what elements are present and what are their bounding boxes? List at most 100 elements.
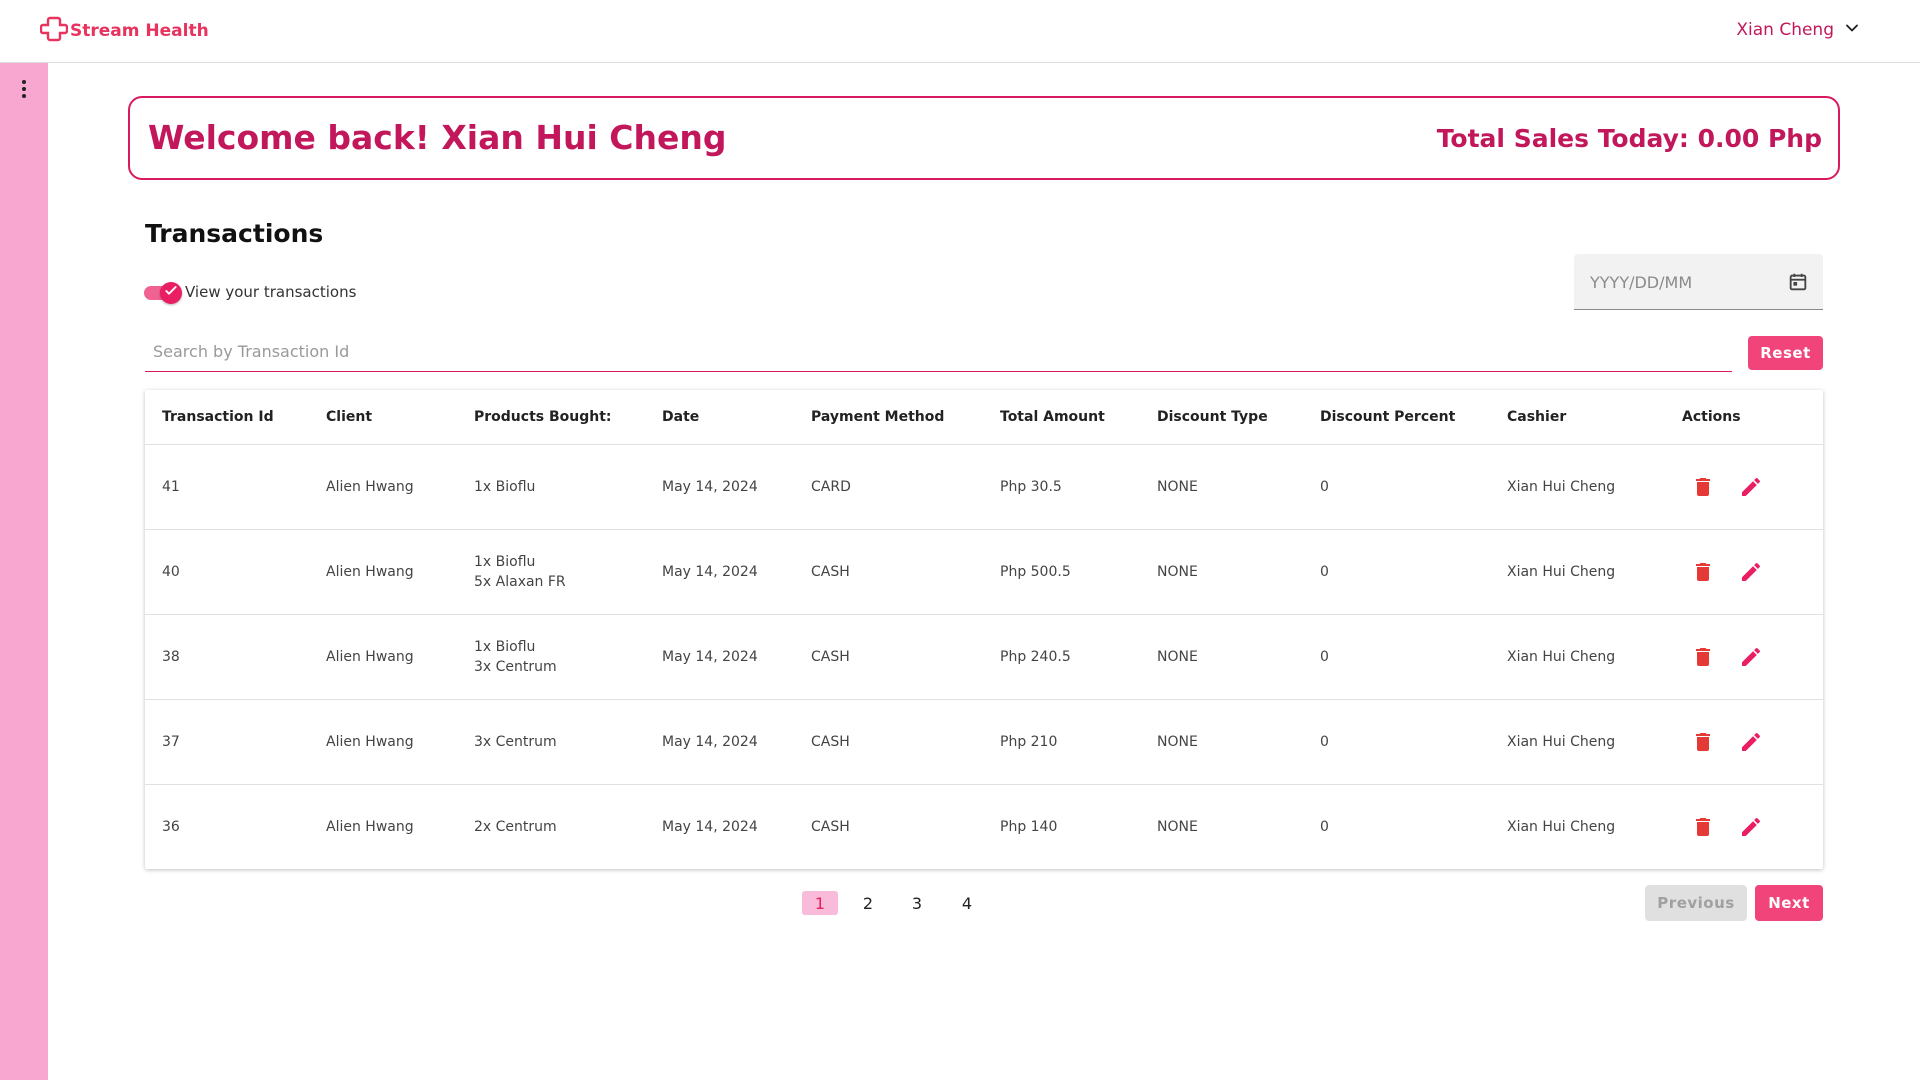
cell-payment-method: CASH (811, 819, 850, 835)
table-row: 41 Alien Hwang 1x Bioflu May 14, 2024 CA… (145, 445, 1823, 530)
cell-payment-method: CASH (811, 649, 850, 665)
cell-cashier: Xian Hui Cheng (1507, 819, 1616, 835)
date-placeholder: YYYY/DD/MM (1590, 273, 1693, 292)
cell-discount-percent: 0 (1320, 479, 1329, 495)
column-discount-type[interactable]: Discount Type (1157, 409, 1268, 425)
cell-date: May 14, 2024 (662, 649, 758, 665)
cell-client: Alien Hwang (326, 734, 414, 750)
cell-cashier: Xian Hui Cheng (1507, 734, 1616, 750)
table-row: 37 Alien Hwang 3x Centrum May 14, 2024 C… (145, 700, 1823, 785)
table-row: 36 Alien Hwang 2x Centrum May 14, 2024 C… (145, 785, 1823, 870)
cell-client: Alien Hwang (326, 819, 414, 835)
cell-payment-method: CASH (811, 734, 850, 750)
column-client[interactable]: Client (326, 409, 372, 425)
trash-icon[interactable] (1691, 645, 1715, 669)
chevron-down-icon (1834, 18, 1862, 42)
cell-discount-type: NONE (1157, 734, 1198, 750)
brand-logo[interactable]: Stream Health (39, 15, 209, 47)
cell-date: May 14, 2024 (662, 564, 758, 580)
brand-name: Stream Health (70, 21, 209, 41)
cell-product: 5x Alaxan FR (474, 574, 566, 590)
reset-button[interactable]: Reset (1748, 336, 1823, 370)
cell-transaction-id: 41 (162, 479, 180, 495)
cell-cashier: Xian Hui Cheng (1507, 564, 1616, 580)
cell-transaction-id: 38 (162, 649, 180, 665)
cell-transaction-id: 36 (162, 819, 180, 835)
medical-cross-icon (39, 15, 69, 47)
more-vertical-icon[interactable] (12, 77, 36, 101)
cell-product: 3x Centrum (474, 734, 557, 750)
trash-icon[interactable] (1691, 815, 1715, 839)
column-date[interactable]: Date (662, 409, 699, 425)
welcome-banner: Welcome back! Xian Hui Cheng Total Sales… (128, 96, 1840, 180)
cell-date: May 14, 2024 (662, 734, 758, 750)
cell-payment-method: CARD (811, 479, 851, 495)
column-transaction-id[interactable]: Transaction Id (162, 409, 274, 425)
cell-total-amount: Php 500.5 (1000, 564, 1071, 580)
cell-cashier: Xian Hui Cheng (1507, 649, 1616, 665)
pencil-icon[interactable] (1739, 645, 1763, 669)
cell-payment-method: CASH (811, 564, 850, 580)
user-menu[interactable]: Xian Cheng (1736, 18, 1862, 42)
cell-discount-type: NONE (1157, 479, 1198, 495)
column-cashier[interactable]: Cashier (1507, 409, 1566, 425)
next-button[interactable]: Next (1755, 885, 1823, 921)
cell-product: 1x Bioflu (474, 479, 536, 495)
cell-total-amount: Php 140 (1000, 819, 1058, 835)
cell-date: May 14, 2024 (662, 819, 758, 835)
search-placeholder: Search by Transaction Id (153, 342, 350, 361)
transactions-table: Transaction Id Client Products Bought: D… (145, 390, 1823, 869)
page-2-button[interactable]: 2 (850, 891, 886, 915)
sidebar (0, 63, 48, 1080)
trash-icon[interactable] (1691, 560, 1715, 584)
date-filter-input[interactable]: YYYY/DD/MM (1574, 254, 1823, 310)
column-actions: Actions (1682, 409, 1741, 425)
page-4-button[interactable]: 4 (949, 891, 985, 915)
user-name: Xian Cheng (1736, 20, 1834, 40)
cell-total-amount: Php 210 (1000, 734, 1058, 750)
table-row: 38 Alien Hwang 1x Bioflu 3x Centrum May … (145, 615, 1823, 700)
top-bar: Stream Health Xian Cheng (0, 0, 1920, 63)
trash-icon[interactable] (1691, 475, 1715, 499)
cell-discount-type: NONE (1157, 649, 1198, 665)
cell-discount-percent: 0 (1320, 734, 1329, 750)
previous-button[interactable]: Previous (1645, 885, 1747, 921)
view-own-transactions-toggle[interactable] (144, 282, 182, 304)
column-products[interactable]: Products Bought: (474, 409, 612, 425)
cell-cashier: Xian Hui Cheng (1507, 479, 1616, 495)
column-total-amount[interactable]: Total Amount (1000, 409, 1105, 425)
cell-date: May 14, 2024 (662, 479, 758, 495)
search-input[interactable]: Search by Transaction Id (145, 334, 1732, 372)
column-discount-percent[interactable]: Discount Percent (1320, 409, 1455, 425)
cell-client: Alien Hwang (326, 479, 414, 495)
cell-product: 3x Centrum (474, 659, 557, 675)
check-icon (163, 283, 179, 303)
cell-discount-type: NONE (1157, 819, 1198, 835)
cell-product: 1x Bioflu (474, 639, 536, 655)
table-header: Transaction Id Client Products Bought: D… (145, 390, 1823, 445)
cell-transaction-id: 37 (162, 734, 180, 750)
toggle-label: View your transactions (185, 283, 357, 301)
cell-discount-percent: 0 (1320, 564, 1329, 580)
welcome-greeting: Welcome back! Xian Hui Cheng (148, 118, 727, 157)
cell-total-amount: Php 30.5 (1000, 479, 1062, 495)
cell-product: 2x Centrum (474, 819, 557, 835)
cell-discount-type: NONE (1157, 564, 1198, 580)
cell-client: Alien Hwang (326, 649, 414, 665)
page-title: Transactions (145, 219, 324, 248)
column-payment-method[interactable]: Payment Method (811, 409, 944, 425)
cell-total-amount: Php 240.5 (1000, 649, 1071, 665)
pencil-icon[interactable] (1739, 475, 1763, 499)
cell-client: Alien Hwang (326, 564, 414, 580)
cell-transaction-id: 40 (162, 564, 180, 580)
table-row: 40 Alien Hwang 1x Bioflu 5x Alaxan FR Ma… (145, 530, 1823, 615)
cell-product: 1x Bioflu (474, 554, 536, 570)
total-sales-today: Total Sales Today: 0.00 Php (1436, 124, 1822, 153)
pencil-icon[interactable] (1739, 730, 1763, 754)
trash-icon[interactable] (1691, 730, 1715, 754)
page-1-button[interactable]: 1 (802, 891, 838, 915)
cell-discount-percent: 0 (1320, 819, 1329, 835)
page-3-button[interactable]: 3 (899, 891, 935, 915)
pencil-icon[interactable] (1739, 560, 1763, 584)
pencil-icon[interactable] (1739, 815, 1763, 839)
